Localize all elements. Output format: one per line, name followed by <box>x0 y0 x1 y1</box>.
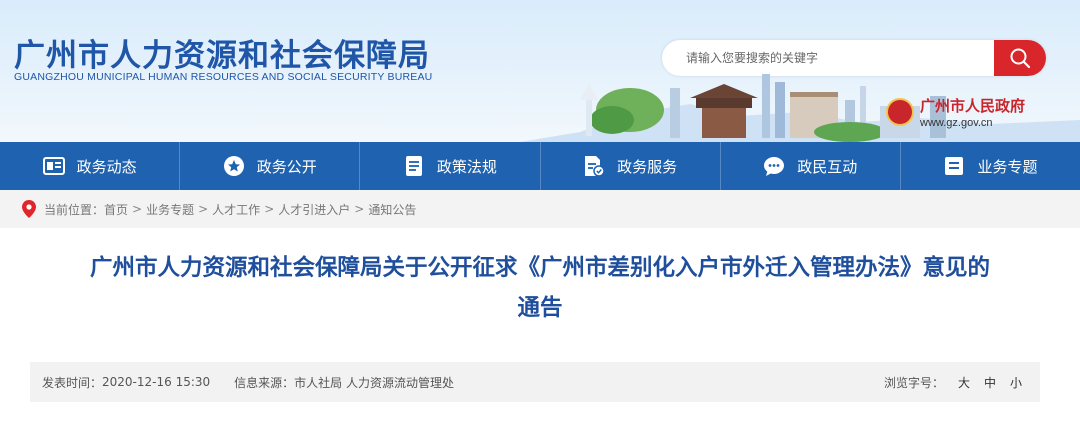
nav-item-news[interactable]: 政务动态 <box>0 142 181 190</box>
article-title-line: 广州市人力资源和社会保障局关于公开征求《广州市差别化入户市外迁入管理办法》意见的 <box>89 255 990 281</box>
main-nav: 政务动态 政务公开 政策法规 政务服务 政民互动 业务专题 <box>0 142 1080 190</box>
chat-icon <box>763 155 785 177</box>
article-title: 广州市人力资源和社会保障局关于公开征求《广州市差别化入户市外迁入管理办法》意见的… <box>20 248 1060 328</box>
breadcrumb-item-notices[interactable]: 通知公告 <box>368 201 416 218</box>
breadcrumb-item-topics[interactable]: 业务专题 <box>146 201 194 218</box>
nav-label: 业务专题 <box>977 157 1038 176</box>
nav-label: 政策法规 <box>436 157 497 176</box>
header-banner: 广州市人力资源和社会保障局 GUANGZHOU MUNICIPAL HUMAN … <box>0 0 1080 142</box>
search-input[interactable] <box>662 40 994 76</box>
nav-label: 政务动态 <box>76 157 137 176</box>
breadcrumb-separator: > <box>198 202 209 216</box>
service-icon <box>583 155 605 177</box>
site-title[interactable]: 广州市人力资源和社会保障局 <box>14 30 430 75</box>
article-meta-bar: 发表时间： 2020-12-16 15:30 信息来源： 市人社局 人力资源流动… <box>30 362 1040 402</box>
nav-item-disclosure[interactable]: 政务公开 <box>180 142 361 190</box>
nav-label: 政务公开 <box>256 157 317 176</box>
gov-badge[interactable]: 广州市人民政府 www.gz.gov.cn <box>886 95 1025 129</box>
breadcrumb-separator: > <box>354 202 365 216</box>
font-size-small-button[interactable]: 小 <box>1010 374 1022 391</box>
publish-date-label: 发表时间： <box>42 375 103 390</box>
nav-item-service[interactable]: 政务服务 <box>541 142 721 190</box>
news-icon <box>42 155 65 177</box>
article-title-line: 通告 <box>517 295 563 321</box>
search-icon <box>1010 48 1031 69</box>
font-size-large-button[interactable]: 大 <box>958 374 970 391</box>
source-value: 市人社局 人力资源流动管理处 <box>294 375 454 390</box>
breadcrumb: 当前位置： 首页 > 业务专题 > 人才工作 > 人才引进入户 > 通知公告 <box>0 190 1080 228</box>
breadcrumb-separator: > <box>264 202 275 216</box>
emblem-icon <box>886 98 914 126</box>
nav-label: 政民互动 <box>797 157 858 176</box>
document-icon <box>403 155 425 177</box>
breadcrumb-prefix: 当前位置： <box>44 202 105 217</box>
list-icon <box>943 155 965 177</box>
font-size-label: 浏览字号： <box>883 375 944 390</box>
site-subtitle: GUANGZHOU MUNICIPAL HUMAN RESOURCES AND … <box>14 71 433 83</box>
nav-item-topics[interactable]: 业务专题 <box>901 142 1080 190</box>
gov-name: 广州市人民政府 <box>920 97 1026 115</box>
source-label: 信息来源： <box>234 375 295 390</box>
star-icon <box>223 155 245 177</box>
font-size-medium-button[interactable]: 中 <box>984 374 996 391</box>
nav-item-policy[interactable]: 政策法规 <box>360 142 541 190</box>
breadcrumb-item-talent-work[interactable]: 人才工作 <box>212 201 260 218</box>
breadcrumb-item-talent-settlement[interactable]: 人才引进入户 <box>278 201 350 218</box>
gov-url: www.gz.gov.cn <box>920 117 993 129</box>
breadcrumb-item-home[interactable]: 首页 <box>104 201 128 218</box>
search-box <box>662 40 1046 76</box>
location-pin-icon <box>22 200 36 218</box>
search-button[interactable] <box>994 40 1046 76</box>
breadcrumb-separator: > <box>132 202 143 216</box>
nav-item-interaction[interactable]: 政民互动 <box>721 142 901 190</box>
nav-label: 政务服务 <box>617 157 678 176</box>
publish-date: 2020-12-16 15:30 <box>102 375 211 389</box>
